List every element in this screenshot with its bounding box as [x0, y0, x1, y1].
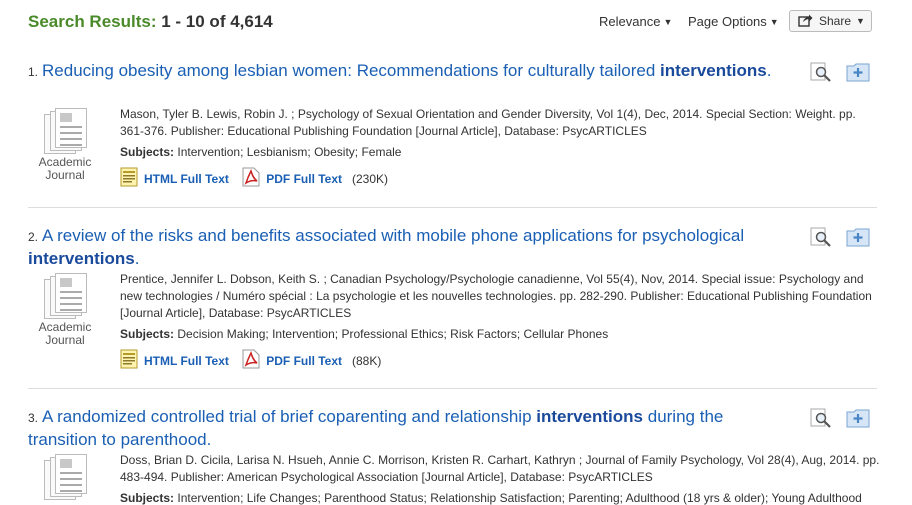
- html-fulltext-link[interactable]: HTML Full Text: [144, 354, 229, 368]
- chevron-down-icon: ▼: [856, 16, 865, 26]
- result-divider: [28, 207, 877, 208]
- html-fulltext-link[interactable]: HTML Full Text: [144, 172, 229, 186]
- title-highlight: interventions: [660, 61, 767, 80]
- result-citation: Doss, Brian D. Cicila, Larisa N. Hsueh, …: [120, 453, 880, 484]
- result-title-link[interactable]: A randomized controlled trial of brief c…: [28, 407, 723, 449]
- title-text: .: [134, 249, 140, 268]
- result-item: 3. A randomized controlled trial of brief…: [28, 406, 879, 505]
- results-range: 1 - 10 of 4,614: [161, 12, 273, 31]
- results-header: Search Results: 1 - 10 of 4,614 Relevanc…: [28, 10, 876, 36]
- subjects-label: Subjects:: [120, 327, 175, 341]
- title-highlight: interventions: [536, 407, 644, 426]
- academic-journal-icon: [44, 108, 87, 154]
- result-citation: Prentice, Jennifer L. Dobson, Keith S. ;…: [120, 272, 872, 320]
- result-body: Doss, Brian D. Cicila, Larisa N. Hsueh, …: [120, 452, 880, 505]
- publication-type-label: Academic Journal: [38, 320, 92, 347]
- subjects-label: Subjects:: [120, 145, 175, 159]
- publication-type: [38, 454, 92, 500]
- result-tools: [810, 227, 872, 249]
- result-title: 1. Reducing obesity among lesbian women: …: [28, 60, 788, 83]
- title-text: A randomized controlled trial of brief c…: [42, 407, 537, 426]
- result-title-link[interactable]: A review of the risks and benefits assoc…: [28, 226, 744, 268]
- pdf-icon: [242, 167, 260, 187]
- title-text: .: [766, 61, 772, 80]
- share-label: Share: [819, 14, 852, 28]
- result-citation: Mason, Tyler B. Lewis, Robin J. ; Psycho…: [120, 107, 856, 138]
- share-arrow-icon: [798, 14, 813, 27]
- subjects-label: Subjects:: [120, 491, 175, 505]
- title-text: Reducing obesity among lesbian women: Re…: [42, 61, 661, 80]
- subjects-list: Intervention; Life Changes; Parenthood S…: [177, 491, 862, 505]
- magnifier-icon[interactable]: [810, 227, 832, 247]
- result-title-link[interactable]: Reducing obesity among lesbian women: Re…: [42, 61, 771, 80]
- pdf-size: (230K): [352, 172, 389, 186]
- result-body: Mason, Tyler B. Lewis, Robin J. ; Psycho…: [120, 106, 880, 189]
- magnifier-icon[interactable]: [810, 62, 832, 82]
- page-options-label: Page Options: [688, 14, 767, 29]
- pdf-size: (88K): [352, 354, 382, 368]
- add-to-folder-icon[interactable]: [846, 62, 870, 82]
- fulltext-links: HTML Full Text PDF Full Text (230K): [120, 167, 880, 189]
- search-results-heading: Search Results: 1 - 10 of 4,614: [28, 12, 273, 32]
- title-highlight: interventions: [28, 249, 135, 268]
- result-divider: [28, 388, 877, 389]
- academic-journal-icon: [44, 454, 87, 500]
- html-fulltext-icon: [120, 167, 138, 187]
- result-subjects: Subjects: Decision Making; Intervention;…: [120, 327, 880, 341]
- subjects-list: Decision Making; Intervention; Professio…: [177, 327, 609, 341]
- pdf-fulltext-link[interactable]: PDF Full Text: [266, 354, 342, 368]
- search-results-label: Search Results:: [28, 12, 157, 31]
- result-tools: [810, 408, 872, 430]
- chevron-down-icon: ▼: [769, 17, 779, 27]
- relevance-label: Relevance: [599, 14, 661, 29]
- fulltext-links: HTML Full Text PDF Full Text (88K): [120, 349, 880, 371]
- academic-journal-icon: [44, 273, 87, 319]
- magnifier-icon[interactable]: [810, 408, 832, 428]
- publication-type-label: Academic Journal: [38, 155, 92, 182]
- result-number: 3.: [28, 411, 39, 425]
- relevance-sort-dropdown[interactable]: Relevance ▼: [599, 14, 672, 29]
- result-subjects: Subjects: Intervention; Lesbianism; Obes…: [120, 145, 880, 159]
- result-item: 2. A review of the risks and benefits ass…: [28, 225, 878, 369]
- add-to-folder-icon[interactable]: [846, 408, 870, 428]
- publication-type: Academic Journal: [38, 108, 92, 182]
- result-number: 2.: [28, 230, 39, 244]
- html-fulltext-icon: [120, 349, 138, 369]
- page-options-dropdown[interactable]: Page Options ▼: [688, 14, 779, 29]
- result-number: 1.: [28, 65, 39, 79]
- share-button[interactable]: Share ▼: [789, 10, 872, 32]
- subjects-list: Intervention; Lesbianism; Obesity; Femal…: [177, 145, 402, 159]
- pdf-fulltext-link[interactable]: PDF Full Text: [266, 172, 342, 186]
- result-title: 2. A review of the risks and benefits ass…: [28, 225, 788, 270]
- result-tools: [810, 62, 872, 84]
- add-to-folder-icon[interactable]: [846, 227, 870, 247]
- title-text: A review of the risks and benefits assoc…: [42, 226, 745, 245]
- result-body: Prentice, Jennifer L. Dobson, Keith S. ;…: [120, 271, 880, 371]
- chevron-down-icon: ▼: [663, 17, 673, 27]
- result-item: 1. Reducing obesity among lesbian women: …: [28, 60, 878, 187]
- publication-type: Academic Journal: [38, 273, 92, 347]
- result-title: 3. A randomized controlled trial of brief…: [28, 406, 788, 451]
- pdf-icon: [242, 349, 260, 369]
- result-subjects: Subjects: Intervention; Life Changes; Pa…: [120, 491, 880, 505]
